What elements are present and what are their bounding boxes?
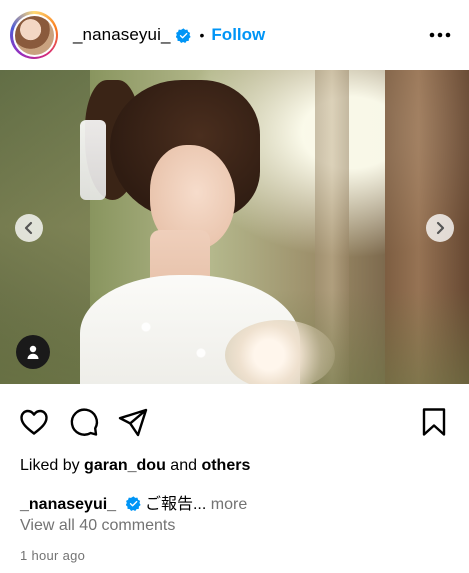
likes-others-link[interactable]: others [201, 457, 250, 474]
tagged-users-button[interactable] [16, 335, 50, 369]
post-timestamp: 1 hour ago [20, 548, 86, 563]
carousel-prev-button[interactable] [15, 214, 43, 242]
caption-username[interactable]: _nanaseyui_ [20, 496, 116, 513]
caption-text: ご報告... [140, 496, 207, 513]
post-actions [0, 402, 469, 442]
post-username[interactable]: _nanaseyui_ [73, 25, 171, 45]
header-separator: • [199, 27, 205, 43]
likes-summary: Liked by garan_dou and others [20, 457, 250, 475]
more-options-icon[interactable] [429, 26, 451, 44]
comment-icon[interactable] [68, 406, 100, 438]
post-caption: _nanaseyui_ ご報告... more [20, 490, 247, 514]
chevron-left-icon [24, 221, 33, 235]
view-comments-link[interactable]: View all 40 comments [20, 517, 175, 535]
photo-ribbon [80, 120, 106, 200]
person-icon [27, 345, 39, 359]
verified-badge-icon [175, 27, 191, 43]
post-header: _nanaseyui_ • Follow [0, 0, 469, 70]
carousel-next-button[interactable] [426, 214, 454, 242]
bookmark-icon[interactable] [418, 406, 450, 438]
caption-more-link[interactable]: more [206, 496, 247, 513]
post-photo[interactable] [0, 70, 469, 384]
likes-prefix: Liked by [20, 457, 85, 474]
instagram-post-card: _nanaseyui_ • Follow Liked by garan_dou … [0, 0, 469, 573]
follow-button[interactable]: Follow [211, 25, 265, 45]
chevron-right-icon [436, 221, 445, 235]
story-ring[interactable] [10, 11, 58, 59]
heart-icon[interactable] [18, 406, 50, 438]
avatar[interactable] [14, 15, 54, 55]
verified-badge-icon [125, 496, 141, 511]
photo-bouquet [225, 320, 335, 384]
share-icon[interactable] [117, 406, 149, 438]
avatar-frame [12, 13, 56, 57]
likes-joiner: and [165, 457, 202, 474]
likes-user-link[interactable]: garan_dou [84, 457, 166, 474]
